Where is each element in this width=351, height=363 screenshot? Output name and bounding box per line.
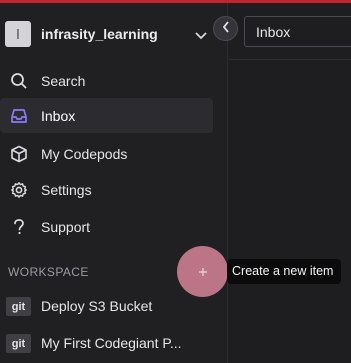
git-icon: git	[6, 297, 31, 316]
sidebar-item-label: Search	[41, 73, 86, 89]
sidebar-item-support[interactable]: Support	[0, 209, 213, 244]
gear-icon	[9, 180, 29, 200]
workspace-name: infrasity_learning	[41, 26, 158, 42]
page-title: Inbox	[244, 16, 351, 47]
sidebar-item-label: Support	[41, 219, 91, 235]
sidebar-item-label: Inbox	[41, 108, 76, 124]
sidebar-item-label: My Codepods	[41, 146, 128, 162]
chevron-down-icon[interactable]	[195, 27, 207, 45]
create-new-item-button[interactable]	[177, 246, 228, 297]
plus-icon	[198, 264, 208, 280]
codepod-item-my-first-codegiant[interactable]: git My First Codegiant P...	[0, 329, 213, 359]
sidebar-item-inbox[interactable]: Inbox	[0, 98, 213, 133]
create-new-item-tooltip: Create a new item	[227, 259, 341, 284]
codepod-item-deploy-s3-bucket[interactable]: git Deploy S3 Bucket	[0, 292, 213, 322]
collapse-sidebar-button[interactable]	[213, 16, 238, 41]
inbox-icon	[9, 106, 29, 126]
sidebar: I infrasity_learning Search Inbox My Cod…	[0, 3, 228, 363]
workspace-section-heading: WORKSPACE	[8, 265, 89, 279]
chevron-left-icon	[222, 20, 230, 38]
main-panel: Inbox	[229, 3, 351, 363]
workspace-switcher[interactable]: I infrasity_learning	[5, 18, 220, 50]
question-icon	[9, 217, 29, 237]
codepod-label: Deploy S3 Bucket	[41, 298, 153, 314]
sidebar-item-my-codepods[interactable]: My Codepods	[0, 136, 213, 171]
codepod-label: My First Codegiant P...	[41, 335, 182, 351]
sidebar-item-label: Settings	[41, 182, 92, 198]
git-icon: git	[6, 334, 31, 353]
workspace-avatar: I	[5, 21, 31, 47]
sidebar-item-search[interactable]: Search	[0, 63, 213, 98]
main-header: Inbox	[229, 3, 351, 60]
sidebar-item-settings[interactable]: Settings	[0, 172, 213, 207]
search-icon	[9, 71, 29, 91]
cube-icon	[9, 144, 29, 164]
